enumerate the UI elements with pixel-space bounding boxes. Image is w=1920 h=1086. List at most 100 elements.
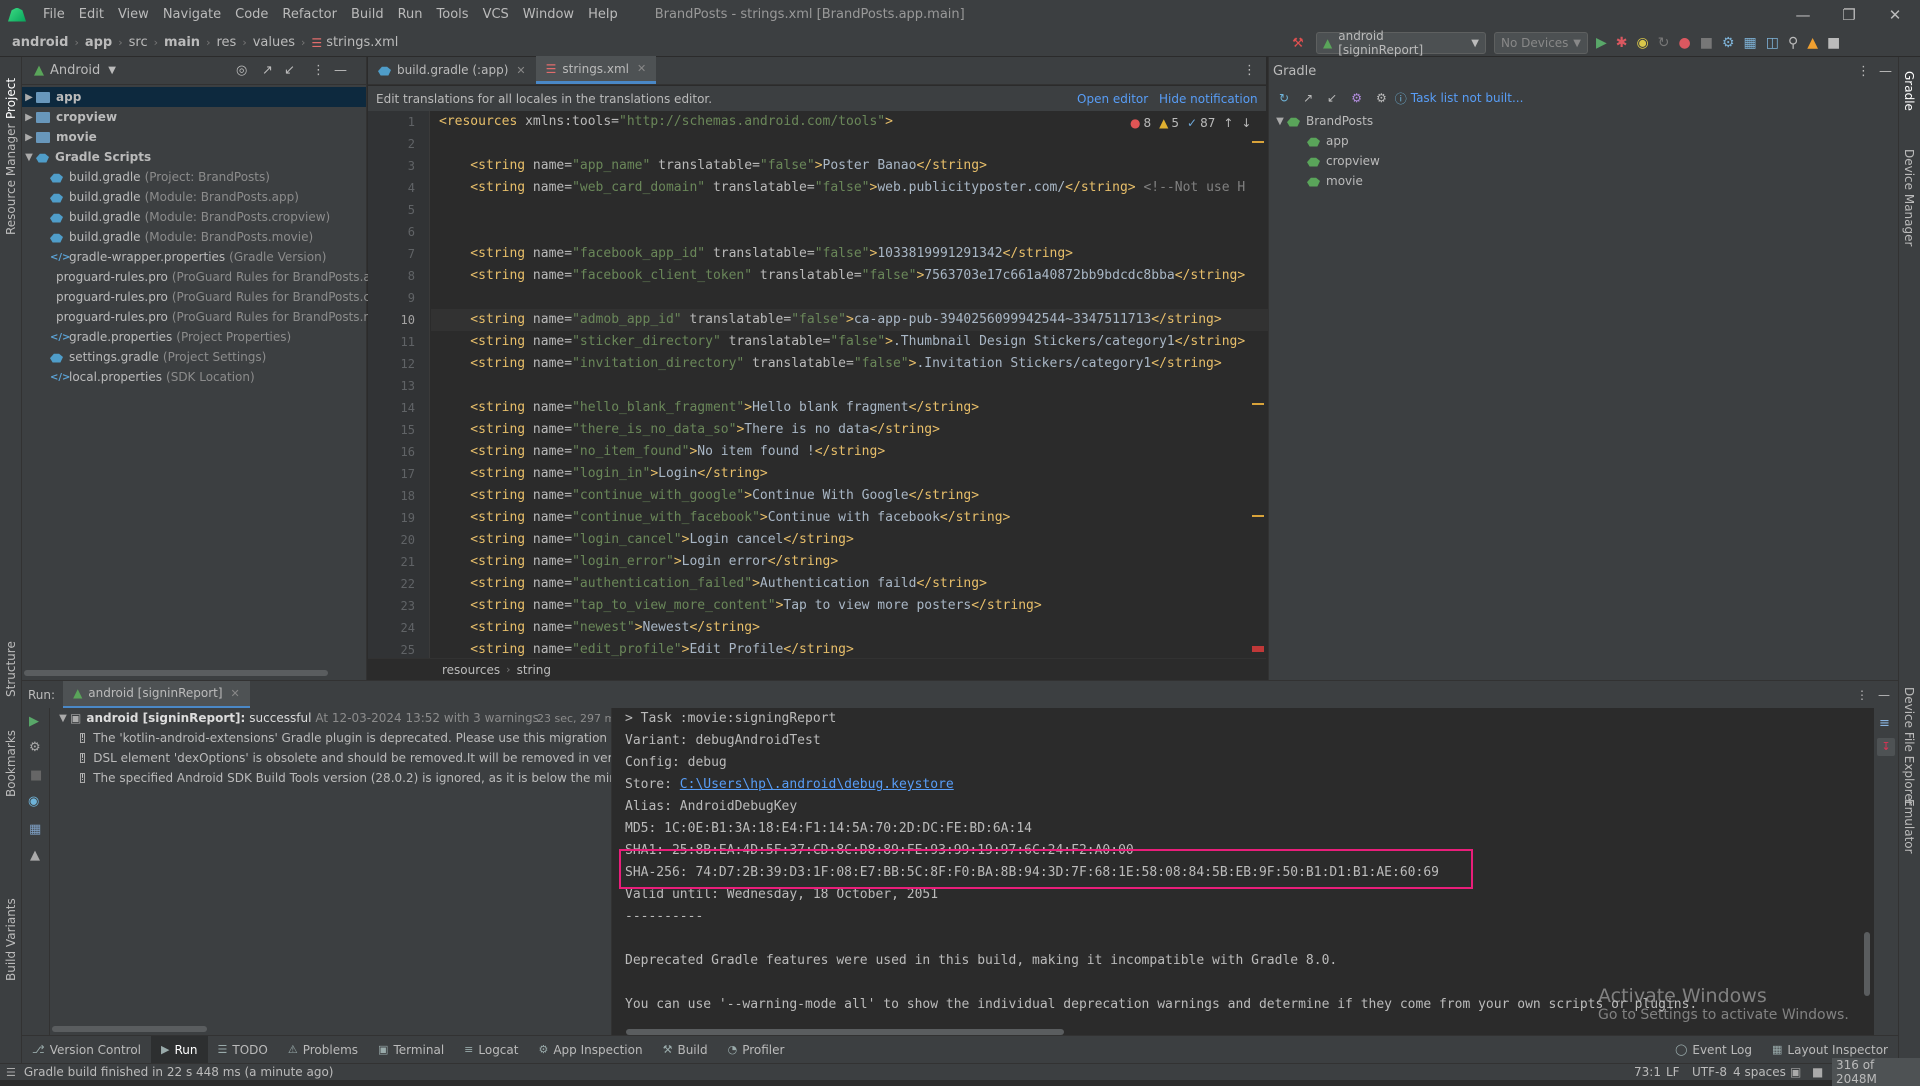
build-result-row[interactable]: ▼ ▣ android [signinReport]: successful A…	[50, 708, 611, 728]
warning-row[interactable]: ! DSL element 'dexOptions' is obsolete an…	[50, 748, 611, 768]
menu-file[interactable]: File	[36, 0, 72, 29]
restore-button[interactable]: ❐	[1826, 0, 1872, 29]
code-line[interactable]: <string name="newest">Newest</string>	[431, 617, 1268, 639]
code-line[interactable]: <string name="admob_app_id" translatable…	[431, 309, 1268, 331]
structure-tool-button[interactable]: Structure	[4, 641, 18, 697]
layout-icon[interactable]: ▦	[29, 822, 41, 837]
tool-build[interactable]: ⚒ Build	[653, 1036, 718, 1064]
breadcrumb-item[interactable]: android	[12, 35, 68, 50]
settings-icon[interactable]: ⚙	[1376, 91, 1387, 105]
lock-icon[interactable]: ▣	[1790, 1065, 1801, 1079]
code-line[interactable]: <string name="facebook_client_token" tra…	[431, 265, 1268, 287]
options-icon[interactable]: ⋮	[1857, 64, 1870, 79]
profile-icon[interactable]: ◉	[1637, 35, 1649, 51]
stop-icon[interactable]: ■	[1700, 35, 1713, 51]
next-highlight-icon[interactable]: ↓	[1241, 116, 1251, 130]
horizontal-scrollbar[interactable]	[24, 670, 328, 676]
keystore-path-link[interactable]: C:\Users\hp\.android\debug.keystore	[680, 777, 954, 792]
tabs-options-icon[interactable]: ⋮	[1243, 63, 1256, 78]
breadcrumb-item[interactable]: src	[129, 35, 148, 50]
collapse-all-icon[interactable]: ↙	[284, 63, 295, 78]
tool-run[interactable]: ▶ Run	[151, 1035, 208, 1064]
warning-stripe[interactable]	[1252, 515, 1264, 517]
gradle-tree-item[interactable]: ▼ BrandPosts	[1269, 111, 1898, 131]
tool-logcat[interactable]: ≡ Logcat	[454, 1036, 528, 1064]
layers-icon[interactable]: ☰	[6, 1066, 16, 1079]
tool-problems[interactable]: ⚠ Problems	[278, 1036, 368, 1064]
tab-strings-xml[interactable]: ☰ strings.xml ✕	[535, 56, 657, 84]
hammer-icon[interactable]: ⚒	[1288, 32, 1308, 54]
attach-debugger-icon[interactable]: ●	[1678, 35, 1690, 51]
close-tab-icon[interactable]: ✕	[516, 64, 525, 77]
tool-todo[interactable]: ☰ TODO	[208, 1036, 278, 1064]
chevron-right-icon[interactable]: ▶	[22, 112, 36, 123]
file-encoding[interactable]: UTF-8	[1692, 1065, 1727, 1079]
inspection-profile-icon[interactable]: ■	[1812, 1065, 1823, 1079]
status-message[interactable]: Gradle build finished in 22 s 448 ms (a …	[24, 1065, 334, 1079]
apply-changes-icon[interactable]: ↻	[1658, 35, 1670, 51]
menu-vcs[interactable]: VCS	[476, 0, 516, 29]
chevron-right-icon[interactable]: ▶	[22, 132, 36, 143]
memory-indicator[interactable]: 316 of 2048M	[1832, 1058, 1920, 1086]
tree-item[interactable]: build.gradle (Module: BrandPosts.cropview…	[22, 207, 366, 227]
tool-terminal[interactable]: ▣ Terminal	[368, 1036, 454, 1064]
menu-tools[interactable]: Tools	[430, 0, 476, 29]
code-line[interactable]: <string name="invitation_directory" tran…	[431, 353, 1268, 375]
menu-refactor[interactable]: Refactor	[275, 0, 344, 29]
menu-code[interactable]: Code	[228, 0, 275, 29]
menu-navigate[interactable]: Navigate	[156, 0, 228, 29]
scroll-to-end-icon[interactable]: ↧	[1877, 738, 1895, 756]
hide-panel-icon[interactable]: —	[1878, 688, 1890, 702]
code-line[interactable]	[431, 199, 1268, 221]
task-list-status-link[interactable]: Task list not built...	[1411, 91, 1524, 105]
tool-version-control[interactable]: ⎇ Version Control	[22, 1036, 151, 1064]
options-icon[interactable]: ⋮	[312, 63, 325, 78]
close-window-button[interactable]: ✕	[1872, 0, 1918, 29]
tree-item[interactable]: build.gradle (Project: BrandPosts)	[22, 167, 366, 187]
sync-gradle-icon[interactable]: ⚙	[1722, 35, 1735, 51]
settings-icon[interactable]: ⚙	[29, 740, 41, 755]
breadcrumb-item[interactable]: res	[216, 35, 236, 50]
reload-gradle-icon[interactable]: ↻	[1279, 91, 1289, 105]
gradle-tree-item[interactable]: cropview	[1269, 151, 1898, 171]
collapse-all-icon[interactable]: ↙	[1327, 91, 1337, 105]
horizontal-scrollbar[interactable]	[52, 1026, 207, 1032]
bookmarks-tool-button[interactable]: Bookmarks	[4, 730, 18, 797]
breadcrumb-item[interactable]: app	[85, 35, 112, 50]
gradle-tool-button[interactable]: Gradle	[1902, 71, 1916, 111]
resource-manager-tool-button[interactable]: Resource Manager	[4, 124, 18, 235]
eye-icon[interactable]: ◉	[28, 794, 39, 809]
tool-profiler[interactable]: ◔ Profiler	[718, 1036, 795, 1064]
update-icon[interactable]: ▲	[1807, 35, 1818, 51]
execute-task-icon[interactable]: ⚙	[1351, 91, 1362, 105]
stop-icon[interactable]: ■	[30, 768, 42, 783]
tree-item[interactable]: proguard-rules.pro (ProGuard Rules for Br…	[22, 307, 375, 327]
sdk-manager-icon[interactable]: ◫	[1766, 35, 1779, 51]
warning-row[interactable]: ! The specified Android SDK Build Tools v…	[50, 768, 611, 788]
run-icon[interactable]: ▶	[1596, 35, 1607, 51]
breadcrumb-item[interactable]: values	[253, 35, 295, 50]
tree-item[interactable]: ▶ app	[22, 87, 366, 107]
breadcrumb-item[interactable]: main	[164, 35, 200, 50]
code-line[interactable]: <string name="login_error">Login error</…	[431, 551, 1268, 573]
expand-all-icon[interactable]: ↗	[262, 63, 273, 78]
code-line[interactable]: <string name="web_card_domain" translata…	[431, 177, 1268, 199]
menu-build[interactable]: Build	[344, 0, 391, 29]
close-tab-icon[interactable]: ✕	[231, 687, 240, 700]
project-view-select[interactable]: Android	[50, 63, 100, 78]
tool-event-log[interactable]: ◯ Event Log	[1665, 1036, 1762, 1064]
tab-build-gradle-app[interactable]: build.gradle (:app) ✕	[368, 56, 536, 84]
code-line[interactable]	[431, 221, 1268, 243]
inspection-widget[interactable]: ● 8 ▲ 5 ✓ 87 ↑ ↓	[1130, 116, 1251, 130]
code-line[interactable]: <string name="login_cancel">Login cancel…	[431, 529, 1268, 551]
minimize-button[interactable]: —	[1780, 0, 1826, 29]
hide-panel-icon[interactable]: —	[334, 63, 347, 78]
hide-panel-icon[interactable]: —	[1879, 64, 1892, 79]
tree-item[interactable]: </> gradle.properties (Project Properties)	[22, 327, 366, 347]
chevron-down-icon[interactable]: ▼	[1273, 116, 1287, 127]
warning-stripe[interactable]	[1252, 403, 1264, 405]
device-manager-icon[interactable]: ▦	[1743, 35, 1756, 51]
code-line[interactable]: <string name="authentication_failed">Aut…	[431, 573, 1268, 595]
menu-view[interactable]: View	[111, 0, 156, 29]
locate-icon[interactable]: ◎	[236, 63, 247, 78]
